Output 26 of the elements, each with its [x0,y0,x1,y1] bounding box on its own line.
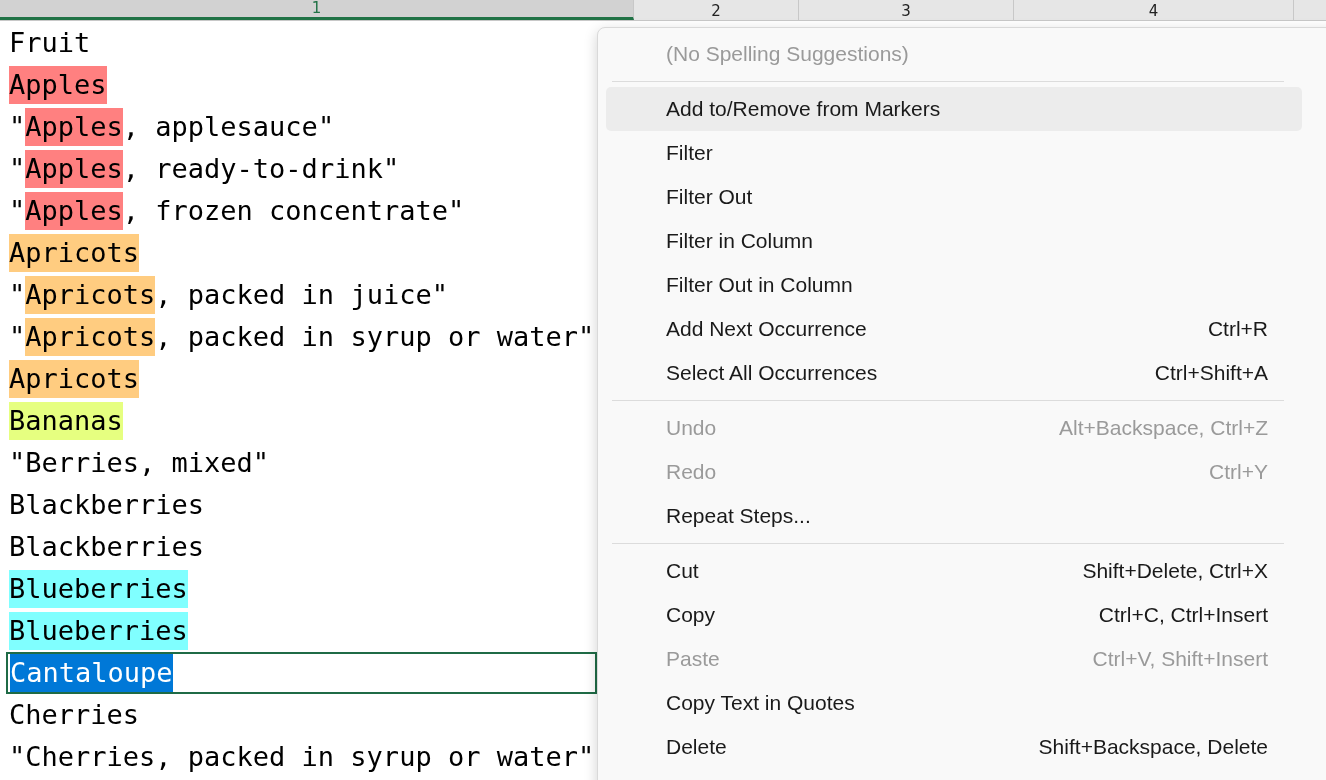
table-cell[interactable]: "Apples, frozen concentrate" [0,190,467,232]
menu-item[interactable]: Add to/Remove from Markers [606,87,1302,131]
table-cell[interactable]: "Apricots, packed in juice" [0,274,450,316]
table-cell[interactable]: "Cherries, packed in syrup or water" [0,736,597,778]
table-cell[interactable]: "Berries, mixed" [0,442,272,484]
column-header[interactable]: 1 [0,0,634,20]
menu-header: (No Spelling Suggestions) [665,41,910,67]
menu-item[interactable]: Cut Shift+Delete, Ctrl+X [606,549,1302,593]
menu-item[interactable]: Filter in Column [606,219,1302,263]
menu-item[interactable]: Filter [606,131,1302,175]
menu-item[interactable]: Filter Out in Column [606,263,1302,307]
table-cell[interactable]: "Apricots, packed in syrup or water" [0,316,597,358]
menu-item[interactable]: Add Next Occurrence Ctrl+R [606,307,1302,351]
menu-item[interactable]: Repeat Steps... [606,494,1302,538]
table-cell[interactable]: Blackberries [0,484,207,526]
menu-item[interactable]: Copy Text in Quotes [606,681,1302,725]
menu-item[interactable]: Select All Occurrences Ctrl+Shift+A [606,351,1302,395]
table-cell[interactable]: Cantaloupe [6,652,597,694]
menu-item[interactable]: Copy Ctrl+C, Ctrl+Insert [606,593,1302,637]
table-cell[interactable]: Cherries [0,694,142,736]
table-cell[interactable]: "Apples, applesauce" [0,106,337,148]
table-cell[interactable]: Fruit [0,22,93,64]
table-cell[interactable]: Blackberries [0,526,207,568]
menu-item[interactable]: Filter Out [606,175,1302,219]
table-cell[interactable]: "Apples, ready-to-drink" [0,148,402,190]
menu-item[interactable]: Delete Shift+Backspace, Delete [606,725,1302,769]
